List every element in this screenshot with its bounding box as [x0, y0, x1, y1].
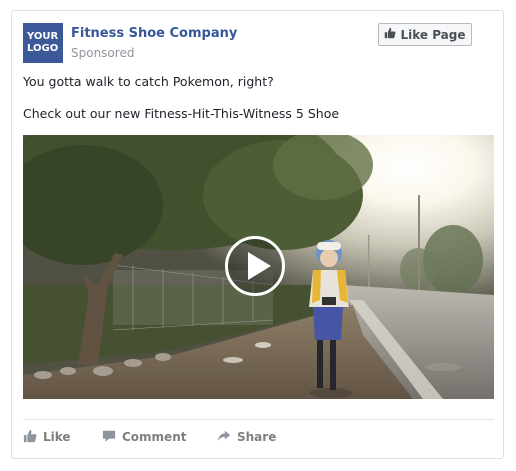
post-text-line1: You gotta walk to catch Pokemon, right?	[23, 74, 274, 89]
comment-label: Comment	[122, 430, 187, 444]
share-label: Share	[237, 430, 277, 444]
play-button[interactable]	[224, 235, 286, 297]
page-logo[interactable]: YOUR LOGO	[23, 23, 63, 63]
logo-text-line2: LOGO	[27, 43, 59, 54]
post-text-line2: Check out our new Fitness-Hit-This-Witne…	[23, 106, 340, 121]
video-player[interactable]	[23, 135, 494, 399]
action-divider	[23, 419, 494, 420]
logo-text-line1: YOUR	[27, 31, 59, 42]
share-icon	[217, 429, 231, 446]
like-page-label: Like Page	[400, 27, 466, 42]
share-button[interactable]: Share	[217, 428, 276, 446]
sponsored-label[interactable]: Sponsored	[71, 46, 134, 60]
comment-button[interactable]: Comment	[102, 428, 186, 446]
post-text: You gotta walk to catch Pokemon, right? …	[23, 74, 493, 122]
like-button[interactable]: Like	[23, 428, 71, 446]
comment-icon	[102, 429, 116, 446]
sponsored-post-card: YOUR LOGO Fitness Shoe Company Sponsored…	[11, 10, 504, 459]
page-name-link[interactable]: Fitness Shoe Company	[71, 26, 237, 41]
thumbs-up-icon	[23, 429, 37, 446]
like-label: Like	[43, 430, 71, 444]
like-page-button[interactable]: Like Page	[378, 23, 472, 46]
play-icon	[225, 236, 285, 296]
thumbs-up-icon	[384, 27, 397, 42]
